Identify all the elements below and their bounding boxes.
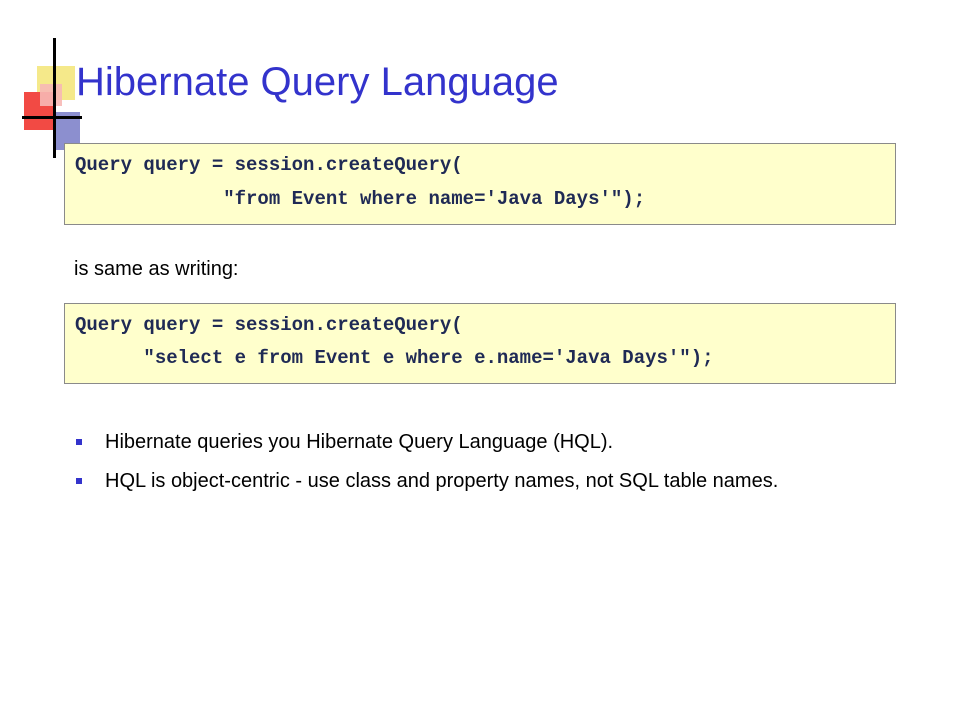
separator-text: is same as writing: [74,258,239,280]
code-block-2: Query query = session.createQuery( "sele… [64,303,896,384]
code-block-1-line-1: Query query = session.createQuery( [75,154,463,176]
logo-pink-square [40,84,62,106]
bullet-square-icon [76,478,82,484]
bullet-text: HQL is object-centric - use class and pr… [105,470,779,492]
logo-vertical-line [53,38,56,158]
code-block-1-line-2: "from Event where name='Java Days'"); [75,188,646,210]
code-block-1: Query query = session.createQuery( "from… [64,143,896,225]
code-block-2-line-1: Query query = session.createQuery( [75,314,463,336]
slide-title: Hibernate Query Language [76,60,559,104]
logo-horizontal-line [22,116,82,119]
bullet-item: HQL is object-centric - use class and pr… [74,469,874,494]
bullet-list: Hibernate queries you Hibernate Query La… [74,430,874,508]
bullet-square-icon [76,439,82,445]
code-block-2-line-2: "select e from Event e where e.name='Jav… [75,347,714,369]
bullet-item: Hibernate queries you Hibernate Query La… [74,430,874,455]
bullet-text: Hibernate queries you Hibernate Query La… [105,431,614,453]
